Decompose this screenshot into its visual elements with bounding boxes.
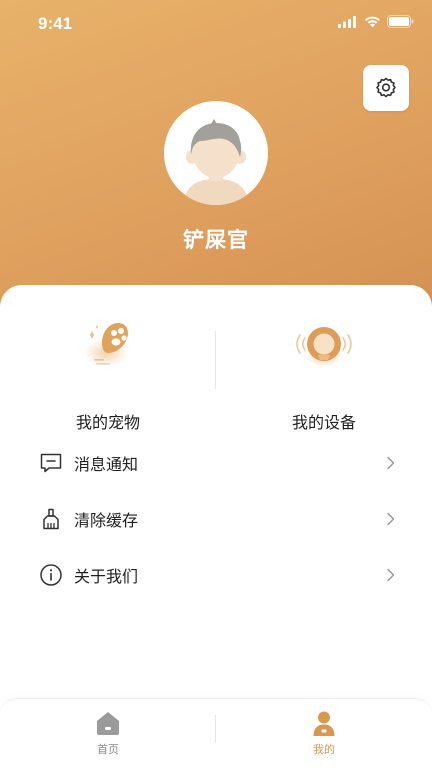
- status-time: 9:41: [38, 14, 73, 33]
- chevron-right-icon: [384, 456, 398, 470]
- battery-icon: [387, 15, 414, 28]
- menu-item-label: 消息通知: [74, 455, 139, 474]
- profile-header: 9:41 铲屎官: [0, 0, 432, 330]
- info-icon: [38, 562, 64, 588]
- menu-item-label: 关于我们: [74, 567, 139, 586]
- menu-item-about-us[interactable]: 关于我们: [38, 555, 398, 595]
- home-icon: [97, 712, 119, 735]
- user-nickname: 铲屎官: [183, 228, 249, 252]
- tab-mine[interactable]: 我的: [216, 707, 432, 763]
- user-icon: [313, 711, 335, 736]
- broom-icon: [38, 506, 64, 532]
- default-avatar-icon: [164, 101, 268, 205]
- device-icon: [296, 327, 352, 367]
- content-card: 我的宠物 我的设备 消息通知 清除缓存 关于我们: [0, 285, 432, 768]
- tab-home[interactable]: 首页: [0, 707, 216, 763]
- menu-item-notifications[interactable]: 消息通知: [38, 443, 398, 483]
- chevron-right-icon: [384, 512, 398, 526]
- status-bar: 9:41: [0, 0, 432, 50]
- tab-label-mine: 我的: [313, 743, 335, 756]
- chevron-right-icon: [384, 568, 398, 582]
- my-pets-label: 我的宠物: [75, 413, 140, 432]
- bottom-tab-bar: 首页 我的: [0, 698, 432, 769]
- tab-label-home: 首页: [97, 743, 119, 756]
- avatar[interactable]: [164, 101, 268, 205]
- menu-item-label: 清除缓存: [74, 511, 139, 530]
- message-icon: [38, 450, 64, 476]
- signal-icon: [338, 15, 356, 28]
- my-devices-button[interactable]: 我的设备: [216, 313, 432, 432]
- my-devices-label: 我的设备: [291, 413, 356, 432]
- wifi-icon: [365, 16, 380, 27]
- my-pets-button[interactable]: 我的宠物: [0, 313, 216, 432]
- status-icons: [338, 15, 414, 28]
- settings-button[interactable]: [363, 65, 409, 111]
- menu-item-clear-cache[interactable]: 清除缓存: [38, 499, 398, 539]
- gear-icon: [376, 77, 396, 98]
- pet-paw-icon: [84, 323, 128, 367]
